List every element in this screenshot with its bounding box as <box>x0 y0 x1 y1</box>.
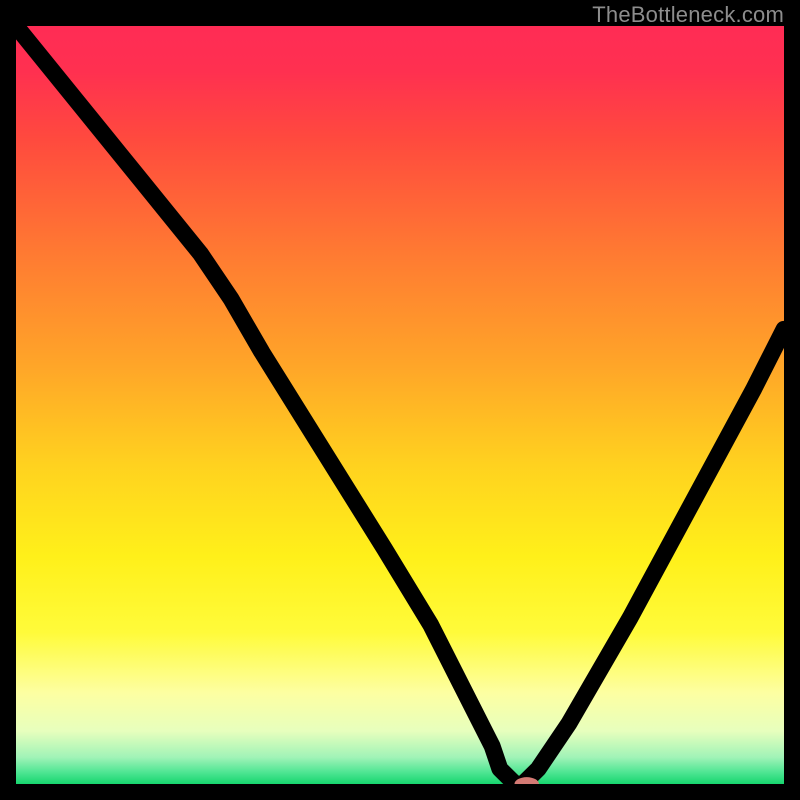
plot-area <box>16 26 784 784</box>
chart-svg <box>16 26 784 784</box>
watermark-text: TheBottleneck.com <box>592 2 784 28</box>
chart-frame: TheBottleneck.com <box>0 0 800 800</box>
gradient-background <box>16 26 784 784</box>
